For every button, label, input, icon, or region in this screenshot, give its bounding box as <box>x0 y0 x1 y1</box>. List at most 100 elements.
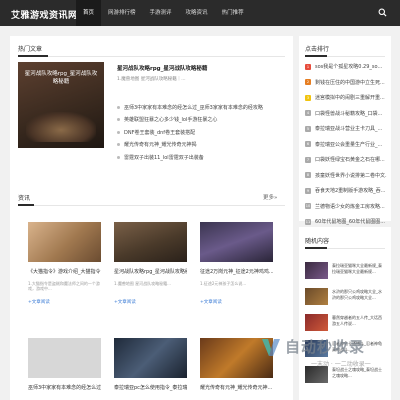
rank-number: 4 <box>305 110 311 117</box>
read-more-link[interactable]: +文章阅读 <box>28 299 101 305</box>
list-item[interactable]: 雷霆双子出装11_lol雷霆双子出装备 <box>117 151 282 164</box>
nav-item-mmo-ranking[interactable]: 网游排行榜 <box>101 0 143 26</box>
list-item[interactable]: 巫师3中家家有本难念的经怎么过_巫师3家家有本难念的经攻略 <box>117 101 282 114</box>
nav-item-hot[interactable]: 热门推荐 <box>215 0 251 26</box>
list-item[interactable]: 英雄联盟狂暴之心多少钱_lol手游狂暴之心 <box>117 114 282 127</box>
ranking-item-label: 迷宫模拟中的闹剧三重解开重... <box>315 95 385 102</box>
rank-number: 1 <box>305 63 311 70</box>
card-thumbnail <box>28 338 101 378</box>
title-underline <box>305 55 327 57</box>
card-thumbnail <box>114 222 187 262</box>
rank-number: 9 <box>305 187 311 194</box>
ranking-item-label: 孩童妖怪世界小说排第二卷中文... <box>315 172 387 179</box>
read-more-link[interactable]: +文章阅读 <box>200 299 273 305</box>
rank-number: 6 <box>305 141 311 148</box>
rank-number: 7 <box>305 156 311 163</box>
ranking-item-label: 口袋妖怪绿宝石黄金之石在哪... <box>315 157 385 164</box>
bullet-icon <box>117 155 120 159</box>
random-item[interactable]: 水浒的那只公鸡攻略大全_水浒的那只公鸡攻略大全... <box>305 288 383 305</box>
ranking-item[interactable]: 6 泰拉瑞亚公会重量生产行业_... <box>305 137 387 153</box>
ranking-item[interactable]: 3 迷宫模拟中的闹剧三重解开重... <box>305 90 387 106</box>
card-desc: 1.魔兽地图 星河战队攻略秘籍... <box>114 281 171 286</box>
card-desc: 1.征途2元神孩子怎么说... <box>200 281 247 286</box>
random-thumbnail <box>305 288 328 305</box>
lead-article-title[interactable]: 星河战队攻略rpg_星河战队攻略秘籍 <box>117 64 207 72</box>
hot-articles-title: 热门文章 <box>18 46 43 53</box>
card-title: 耀光传奇有元神_耀光传奇元神... <box>200 385 273 391</box>
random-item[interactable]: 暮然穿越者的五人传_大话西游五人传说... <box>305 314 383 331</box>
news-card[interactable]: 征途2万岗元神_征途2元神鸡鸡... 1.征途2元神孩子怎么说... +文章阅读 <box>200 222 273 305</box>
more-link[interactable]: 更多» <box>263 193 277 201</box>
ranking-item[interactable]: 8 孩童妖怪世界小说排第二卷中文... <box>305 168 387 184</box>
card-desc: 1.大猫指令是盗贼和魔法师之间的一个游戏，游戏中... <box>28 281 100 291</box>
nav-item-mobile-reviews[interactable]: 手游测评 <box>143 0 179 26</box>
news-card[interactable]: 《大猫指令》游戏介绍_大猫指令... 1.大猫指令是盗贼和魔法师之间的一个游戏，… <box>28 222 101 305</box>
ranking-item-label: 吞食天地2重制版手游攻略_吞... <box>315 188 386 195</box>
ranking-item[interactable]: 9 吞食天地2重制版手游攻略_吞... <box>305 183 387 199</box>
card-thumbnail <box>114 338 187 378</box>
ranking-item-label: 兰德物语少女的炼金工房攻略... <box>315 203 385 210</box>
bullet-icon <box>117 143 120 147</box>
news-card[interactable]: 星河战队攻略rpg_星河战队攻略秘籍 1.魔兽地图 星河战队攻略秘籍... +文… <box>114 222 187 305</box>
news-title: 资讯 <box>18 195 31 202</box>
card-thumbnail <box>200 222 273 262</box>
ranking-item[interactable]: 5 泰拉瑞亚战斗营业主卡刀具_... <box>305 121 387 137</box>
list-item[interactable]: 耀光传奇有元神_耀光传奇元神揭 <box>117 139 282 152</box>
watermark-text: 自动秒收录 <box>285 338 366 356</box>
top-navbar: 艾雅游戏资讯网 首页 网游排行榜 手游测评 攻略资讯 热门推荐 <box>0 0 400 26</box>
watermark: 自动秒收录 一末动 · 一二动收录一 <box>259 333 399 373</box>
rank-number: 3 <box>305 94 311 101</box>
rank-number: 10 <box>305 203 311 210</box>
bullet-icon <box>117 118 120 122</box>
ranking-item-label: 剩钱在压住的中国游中立生死... <box>315 79 385 86</box>
news-card[interactable]: 巫师3中家家有本难念的经怎么过_巫... <box>28 338 101 391</box>
divider <box>18 205 285 206</box>
random-thumbnail <box>305 262 328 279</box>
card-title: 巫师3中家家有本难念的经怎么过_巫... <box>28 385 101 391</box>
ranking-item[interactable]: 7 口袋妖怪绿宝石黄金之石在哪... <box>305 152 387 168</box>
news-card[interactable]: 泰拉瑞亚pc怎么使用指令_泰拉瑞... <box>114 338 187 391</box>
ranking-item[interactable]: 1 sos我是个孤星攻略0.29_so... <box>305 59 387 75</box>
ranking-item-label: 泰拉瑞亚战斗营业主卡刀具_... <box>315 126 383 133</box>
random-thumbnail <box>305 314 328 331</box>
bullet-icon <box>117 105 120 109</box>
lead-article-desc: 1.魔兽地图 星河战队攻略秘籍｜... <box>117 77 186 82</box>
hot-article-image[interactable]: 星河战队攻略rpg_星河战队攻略秘籍 <box>18 62 104 148</box>
divider <box>18 56 285 57</box>
search-icon[interactable] <box>378 8 387 17</box>
ranking-item[interactable]: 4 口袋怪兽战斗秘籍攻略_口袋... <box>305 106 387 122</box>
watermark-logo-icon <box>262 339 280 356</box>
random-item-title: 暮然穿越者的五人传_大话西游五人传说... <box>332 315 382 326</box>
ranking-item-label: 60年代鼠地图_60年代鼠图图... <box>315 219 385 226</box>
read-more-link[interactable]: +文章阅读 <box>114 299 187 305</box>
list-item[interactable]: DNF卷王套装_dnf卷王套装搭配 <box>117 126 282 139</box>
card-title: 《大猫指令》游戏介绍_大猫指令... <box>28 269 101 275</box>
card-thumbnail <box>28 222 101 262</box>
hot-image-caption: 星河战队攻略rpg_星河战队攻略秘籍 <box>24 71 98 85</box>
watermark-subtext: 一末动 · 一二动收录一 <box>311 361 371 368</box>
rank-number: 8 <box>305 172 311 179</box>
rank-number: 11 <box>305 218 311 225</box>
ranking-item[interactable]: 2 剩钱在压住的中国游中立生死... <box>305 75 387 91</box>
random-item-title: 水浒的那只公鸡攻略大全_水浒的那只公鸡攻略大全... <box>332 289 382 300</box>
card-title: 泰拉瑞亚pc怎么使用指令_泰拉瑞... <box>114 385 187 391</box>
rank-number: 2 <box>305 79 311 86</box>
site-logo[interactable]: 艾雅游戏资讯网 <box>11 8 78 21</box>
card-title: 星河战队攻略rpg_星河战队攻略秘籍 <box>114 269 187 275</box>
title-underline <box>18 55 48 57</box>
game-artwork <box>26 112 96 142</box>
card-title: 征途2万岗元神_征途2元神鸡鸡... <box>200 269 273 275</box>
ranking-title: 点击排行 <box>305 46 330 53</box>
nav-item-guides[interactable]: 攻略资讯 <box>179 0 215 26</box>
random-item[interactable]: 泰拉瑞亚猫咪大全最新规_泰拉瑞亚猫咪大全最新规... <box>305 262 383 279</box>
title-underline <box>305 247 327 249</box>
title-underline <box>18 204 34 206</box>
rank-number: 5 <box>305 125 311 132</box>
bullet-icon <box>117 130 120 134</box>
ranking-item[interactable]: 10 兰德物语少女的炼金工房攻略... <box>305 199 387 215</box>
nav-item-home[interactable]: 首页 <box>76 0 102 26</box>
ranking-item-label: sos我是个孤星攻略0.29_so... <box>315 64 383 71</box>
main-nav: 首页 网游排行榜 手游测评 攻略资讯 热门推荐 <box>76 0 251 26</box>
ranking-item-label: 口袋怪兽战斗秘籍攻略_口袋... <box>315 110 383 117</box>
random-item-title: 泰拉瑞亚猫咪大全最新规_泰拉瑞亚猫咪大全最新规... <box>332 263 382 274</box>
